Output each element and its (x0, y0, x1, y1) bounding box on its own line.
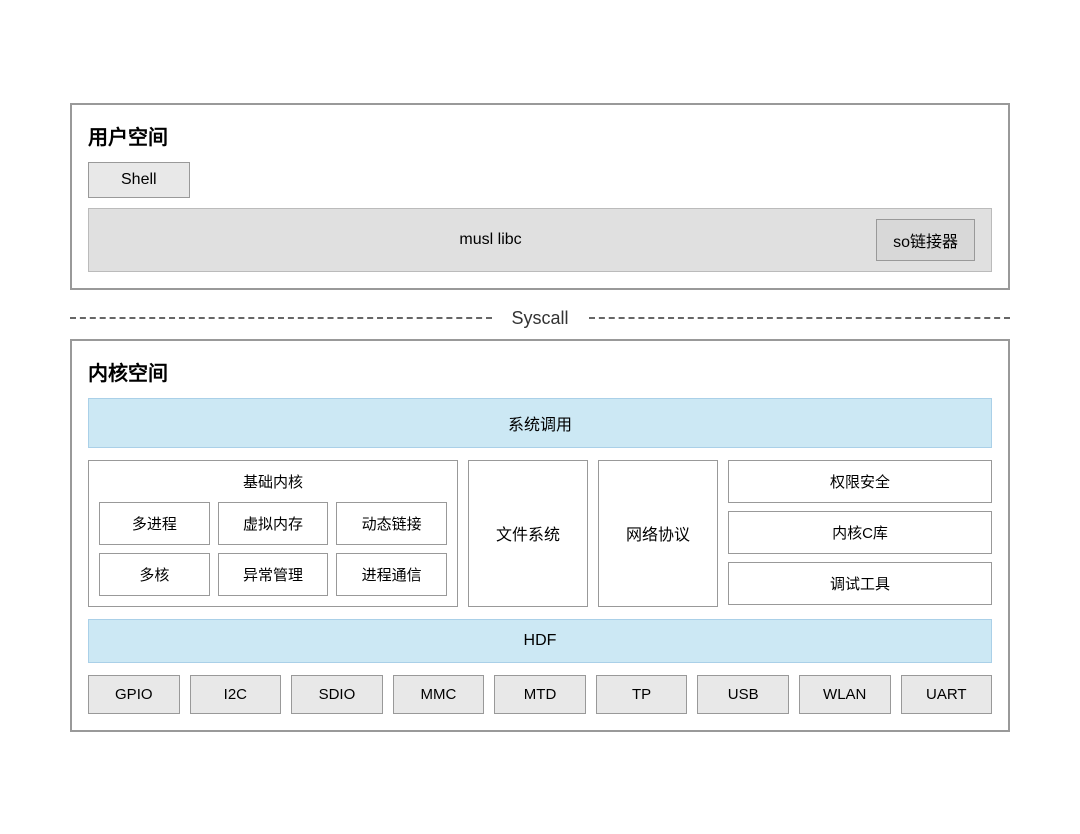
network-protocol-box: 网络协议 (598, 460, 718, 607)
driver-wlan: WLAN (799, 675, 891, 714)
diagram-container: 用户空间 Shell musl libc so链接器 Syscall 内核空间 … (50, 83, 1030, 752)
kernel-mid-section: 基础内核 多进程 虚拟内存 动态链接 多核 异常管理 进程通信 文件系统 网络协… (88, 460, 992, 607)
base-kernel-item-5: 进程通信 (336, 553, 447, 596)
user-space-shell-row: Shell (88, 162, 992, 198)
network-protocol-label: 网络协议 (626, 521, 690, 545)
base-kernel-title: 基础内核 (99, 471, 447, 492)
right-item-1: 内核C库 (728, 511, 992, 554)
driver-sdio: SDIO (291, 675, 383, 714)
right-column: 权限安全 内核C库 调试工具 (728, 460, 992, 607)
driver-mtd: MTD (494, 675, 586, 714)
libc-row: musl libc so链接器 (88, 208, 992, 272)
so-linker-box: so链接器 (876, 219, 975, 261)
base-kernel-item-3: 多核 (99, 553, 210, 596)
driver-gpio: GPIO (88, 675, 180, 714)
right-item-2: 调试工具 (728, 562, 992, 605)
base-kernel-grid: 多进程 虚拟内存 动态链接 多核 异常管理 进程通信 (99, 502, 447, 596)
driver-mmc: MMC (393, 675, 485, 714)
syscall-bar: 系统调用 (88, 398, 992, 448)
base-kernel-item-0: 多进程 (99, 502, 210, 545)
user-space-box: 用户空间 Shell musl libc so链接器 (70, 103, 1010, 290)
libc-label: musl libc (105, 231, 876, 249)
base-kernel-item-4: 异常管理 (218, 553, 329, 596)
kernel-space-title: 内核空间 (88, 357, 992, 386)
dashed-line-left (70, 317, 492, 319)
syscall-label: Syscall (492, 308, 589, 329)
driver-usb: USB (697, 675, 789, 714)
user-space-title: 用户空间 (88, 121, 992, 150)
filesystem-box: 文件系统 (468, 460, 588, 607)
base-kernel-item-2: 动态链接 (336, 502, 447, 545)
base-kernel-item-1: 虚拟内存 (218, 502, 329, 545)
driver-tp: TP (596, 675, 688, 714)
driver-i2c: I2C (190, 675, 282, 714)
filesystem-label: 文件系统 (496, 521, 560, 545)
shell-box: Shell (88, 162, 190, 198)
hdf-bar: HDF (88, 619, 992, 663)
base-kernel-box: 基础内核 多进程 虚拟内存 动态链接 多核 异常管理 进程通信 (88, 460, 458, 607)
driver-row: GPIO I2C SDIO MMC MTD TP USB WLAN UART (88, 675, 992, 714)
driver-uart: UART (901, 675, 993, 714)
right-item-0: 权限安全 (728, 460, 992, 503)
kernel-space-box: 内核空间 系统调用 基础内核 多进程 虚拟内存 动态链接 多核 异常管理 进程通… (70, 339, 1010, 732)
dashed-line-right (589, 317, 1011, 319)
syscall-divider: Syscall (70, 308, 1010, 329)
